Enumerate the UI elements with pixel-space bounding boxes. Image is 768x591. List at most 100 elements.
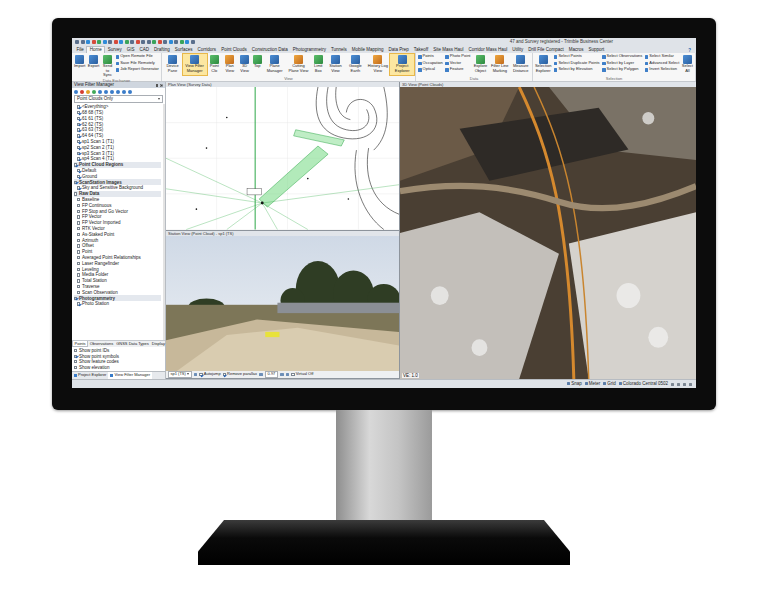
ribbon-button[interactable]: Export bbox=[87, 54, 101, 75]
ribbon-button[interactable]: History Log View bbox=[366, 54, 390, 75]
checkbox[interactable] bbox=[77, 302, 80, 305]
tree-row[interactable]: sp1 Scan 1 (T1) bbox=[74, 139, 161, 145]
checkbox[interactable] bbox=[77, 157, 80, 160]
checkbox[interactable] bbox=[74, 163, 77, 166]
toolbar-icon[interactable] bbox=[125, 40, 129, 44]
tree-row[interactable]: FP Vector bbox=[74, 214, 161, 220]
toolbar-icon[interactable] bbox=[114, 40, 118, 44]
checkbox[interactable] bbox=[77, 262, 80, 265]
checkbox[interactable] bbox=[77, 279, 80, 282]
tree-row[interactable]: Laser Rangefinder bbox=[74, 261, 161, 267]
checkbox[interactable] bbox=[74, 360, 77, 363]
filter-tab[interactable]: Display bbox=[150, 341, 166, 347]
plan-drawing[interactable] bbox=[166, 87, 399, 230]
toolbar-icon[interactable] bbox=[86, 40, 90, 44]
toolbar-icon[interactable] bbox=[119, 40, 123, 44]
toolbar-icon[interactable] bbox=[116, 90, 120, 94]
status-icon[interactable] bbox=[683, 383, 686, 386]
toolbar-icon[interactable] bbox=[104, 90, 108, 94]
checkbox[interactable] bbox=[74, 181, 77, 184]
ribbon-button[interactable]: Limit Box bbox=[311, 54, 326, 75]
ribbon-small-button[interactable]: Select by Polygon bbox=[602, 67, 642, 73]
toolbar-icon[interactable] bbox=[130, 40, 134, 44]
tree-row[interactable]: Photo Station bbox=[74, 301, 161, 307]
checkbox[interactable] bbox=[77, 239, 80, 242]
tree-row[interactable]: As-Staked Point bbox=[74, 232, 161, 238]
point-cloud-canvas[interactable]: VE: 1.0 bbox=[400, 87, 696, 379]
view-tab[interactable]: Station View (Point Cloud) - sp1 (TS) bbox=[166, 231, 399, 236]
checkbox[interactable] bbox=[77, 268, 80, 271]
checkbox[interactable] bbox=[74, 349, 77, 352]
tree-row[interactable]: Total Station bbox=[74, 278, 161, 284]
tree-row[interactable]: 64 64 (TS) bbox=[74, 133, 161, 139]
toolbar-icon[interactable] bbox=[108, 40, 112, 44]
ribbon-button[interactable]: Device Pane bbox=[163, 54, 182, 75]
toolbar-icon[interactable] bbox=[81, 40, 85, 44]
toolbar-icon[interactable] bbox=[103, 40, 107, 44]
tree-row[interactable]: Averaged Point Relationships bbox=[74, 255, 161, 261]
value-field[interactable]: 0.97 bbox=[265, 371, 279, 378]
ribbon-small-button[interactable]: Points bbox=[418, 54, 443, 60]
option-row[interactable]: Show point symbols bbox=[74, 354, 163, 360]
ribbon-small-button[interactable]: Select Points bbox=[554, 54, 600, 60]
ribbon-small-button[interactable]: Select Similar bbox=[645, 54, 680, 60]
filter-dropdown[interactable]: Point Clouds Only bbox=[74, 95, 163, 103]
ribbon-tab[interactable]: Home bbox=[86, 46, 105, 53]
checkbox[interactable] bbox=[77, 169, 80, 172]
ribbon-small-button[interactable]: Select Duplicate Points bbox=[554, 61, 600, 67]
status-icon[interactable] bbox=[689, 383, 692, 386]
tree-row[interactable]: Point bbox=[74, 249, 161, 255]
ribbon-button[interactable]: Google Earth bbox=[345, 54, 365, 75]
toolbar-icon[interactable] bbox=[110, 90, 114, 94]
toolbar-icon[interactable] bbox=[152, 40, 156, 44]
toolbar-icon[interactable] bbox=[92, 40, 96, 44]
tree-row[interactable]: RTK Vector bbox=[74, 226, 161, 232]
tree-row[interactable]: Default bbox=[74, 168, 161, 174]
ribbon-button[interactable]: Plane Manager bbox=[263, 54, 286, 75]
ribbon-small-button[interactable]: Open Remote File bbox=[116, 54, 159, 60]
tree-row[interactable]: <Everything> bbox=[74, 104, 161, 110]
checkbox[interactable] bbox=[74, 366, 77, 369]
tree-row[interactable]: 68 68 (TS) bbox=[74, 110, 161, 116]
checkbox[interactable] bbox=[77, 186, 80, 189]
checkbox[interactable] bbox=[77, 256, 80, 259]
tree-row[interactable]: Raw Data bbox=[74, 191, 161, 197]
ribbon-button[interactable]: Measure Distance bbox=[511, 54, 531, 75]
option-row[interactable]: Show point IDs bbox=[74, 348, 163, 354]
station-dropdown[interactable]: sp1 (TS) bbox=[168, 371, 192, 378]
tree-row[interactable]: Azimuth bbox=[74, 237, 161, 243]
tree-row[interactable]: Baseline bbox=[74, 197, 161, 203]
ribbon-button[interactable]: Import bbox=[73, 54, 86, 75]
tree-row[interactable]: Traverse bbox=[74, 284, 161, 290]
toolbar-icon[interactable] bbox=[180, 40, 184, 44]
status-item[interactable]: Grid bbox=[603, 381, 616, 386]
toolbar-icon[interactable] bbox=[74, 90, 78, 94]
ribbon-small-button[interactable]: Photo Point bbox=[445, 54, 470, 60]
checkbox[interactable] bbox=[74, 192, 77, 195]
ribbon-button[interactable]: Station View bbox=[326, 54, 345, 75]
ribbon-small-button[interactable]: Vector bbox=[445, 61, 470, 67]
status-item[interactable]: Colorado Central 0502 bbox=[619, 381, 668, 386]
ribbon-small-button[interactable]: Save File Remotely bbox=[116, 61, 159, 67]
panel-tab[interactable]: View Filter Manager bbox=[108, 372, 152, 379]
checkbox[interactable] bbox=[77, 221, 80, 224]
ribbon-button[interactable]: Send to Sync bbox=[101, 54, 114, 78]
toolbar-icon[interactable] bbox=[97, 40, 101, 44]
toolbar-icon[interactable] bbox=[92, 90, 96, 94]
checkbox[interactable] bbox=[77, 285, 80, 288]
ribbon-small-button[interactable]: Select by Elevation bbox=[554, 67, 600, 73]
ribbon-button[interactable]: Cutting Plane View bbox=[286, 54, 310, 75]
toolbar-icon[interactable] bbox=[75, 40, 79, 44]
virtual-checkbox[interactable]: Virtual Off bbox=[291, 372, 313, 377]
option-row[interactable]: Show feature codes bbox=[74, 359, 163, 365]
checkbox[interactable] bbox=[77, 250, 80, 253]
toolbar-icon[interactable] bbox=[136, 40, 140, 44]
toolbar-icon[interactable] bbox=[191, 40, 195, 44]
toolbar-icon[interactable] bbox=[280, 373, 284, 377]
checkbox[interactable] bbox=[77, 123, 80, 126]
tree-row[interactable]: ScanStation Images bbox=[74, 179, 161, 185]
ribbon-small-button[interactable]: Occupation bbox=[418, 61, 443, 67]
checkbox[interactable] bbox=[77, 227, 80, 230]
filter-tab[interactable]: GNSS Data Types bbox=[115, 341, 151, 347]
view-tab[interactable]: Plan View (Survey Data) bbox=[166, 82, 399, 87]
